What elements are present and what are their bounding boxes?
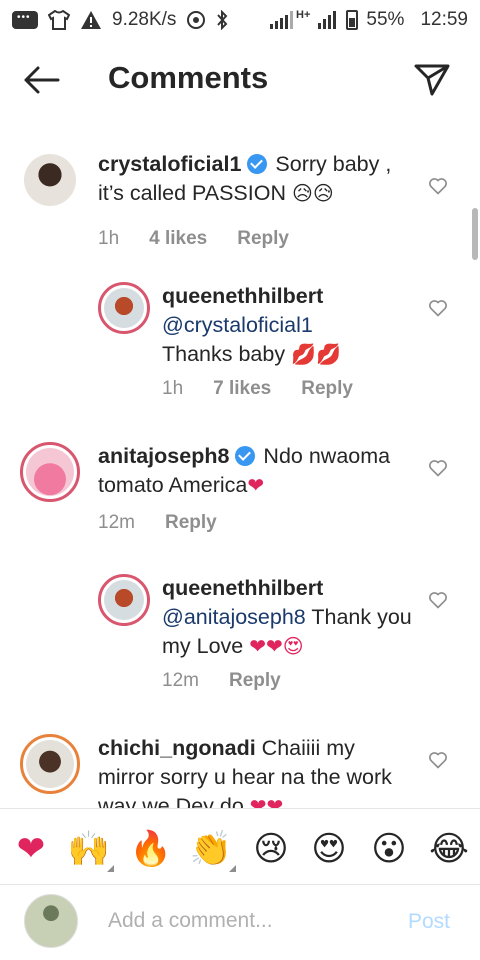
- comments-list[interactable]: crystaloficial1 Sorry baby , it’s called…: [0, 140, 480, 808]
- heart-outline-icon: [429, 460, 447, 477]
- reply-button[interactable]: Reply: [237, 228, 289, 250]
- emoji-raised-hands-button[interactable]: 🙌: [66, 826, 114, 872]
- back-arrow-icon: [24, 66, 60, 94]
- clock: 12:59: [420, 9, 468, 30]
- heart-outline-icon: [429, 300, 447, 317]
- verified-badge-icon: [235, 446, 256, 466]
- status-bar: 9.28K/s H+ 55% 12:59: [0, 0, 480, 40]
- like-button[interactable]: [428, 750, 450, 772]
- emoji-surprised-button[interactable]: 😮: [366, 826, 412, 872]
- comment-input[interactable]: [108, 906, 388, 936]
- like-button[interactable]: [428, 590, 450, 612]
- emoji-label: 🔥: [129, 830, 173, 868]
- verified-badge-icon: [247, 154, 268, 174]
- page-title: Comments: [108, 60, 269, 95]
- bluetooth-icon: [217, 10, 228, 30]
- heart-outline-icon: [429, 592, 447, 609]
- avatar[interactable]: [20, 734, 80, 794]
- avatar[interactable]: [20, 442, 80, 502]
- like-button[interactable]: [428, 298, 450, 320]
- emoji-quick-bar: ❤ 🙌 🔥 👏 😢 😍 😮 😂: [0, 820, 480, 880]
- heart-outline-icon: [429, 752, 447, 769]
- network-speed: 9.28K/s: [112, 9, 177, 30]
- comment-time: 1h: [98, 228, 120, 249]
- emoji-heart-button[interactable]: ❤: [8, 826, 54, 872]
- emoji-laughing-button[interactable]: 😂: [426, 826, 472, 872]
- emoji-fire-button[interactable]: 🔥: [128, 826, 174, 872]
- current-user-avatar: [24, 894, 78, 948]
- reply-button[interactable]: Reply: [165, 512, 217, 534]
- divider: [0, 884, 480, 885]
- comment-username[interactable]: crystaloficial1: [98, 152, 241, 176]
- comment-time: 12m: [162, 670, 199, 691]
- tshirt-icon: [48, 10, 70, 30]
- heart-outline-icon: [429, 178, 447, 195]
- avatar[interactable]: [98, 574, 150, 626]
- comment-time: 1h: [162, 378, 184, 399]
- comment-emojis: 💋💋: [291, 344, 341, 366]
- scrollbar-thumb[interactable]: [472, 208, 478, 260]
- comment-time: 12m: [98, 512, 135, 533]
- comment-username[interactable]: queenethhilbert: [162, 574, 414, 603]
- comment-username[interactable]: queenethhilbert: [162, 282, 414, 311]
- emoji-clap-button[interactable]: 👏: [188, 826, 236, 872]
- hotspot-icon: [187, 11, 206, 29]
- warning-icon: [81, 11, 101, 29]
- emoji-label: ❤: [16, 830, 46, 868]
- signal-icon-2: [318, 11, 337, 29]
- comments-header: Comments: [0, 44, 480, 116]
- comment-reply-item: queenethhilbert @crystaloficial1 Thanks …: [0, 282, 480, 412]
- avatar[interactable]: [24, 154, 76, 206]
- emoji-label: 👏: [189, 830, 233, 868]
- back-button[interactable]: [22, 62, 62, 98]
- comment-emojis: ❤❤😍: [249, 636, 304, 658]
- comment-emojis: ❤❤: [249, 796, 284, 808]
- avatar[interactable]: [98, 282, 150, 334]
- comment-mention[interactable]: @crystaloficial1: [162, 311, 414, 340]
- post-button[interactable]: Post: [408, 910, 450, 934]
- comment-username[interactable]: chichi_ngonadi: [98, 736, 256, 760]
- network-type: H+: [296, 9, 311, 21]
- message-icon: [12, 11, 38, 29]
- share-button[interactable]: [412, 60, 452, 100]
- comment-item: anitajoseph8 Ndo nwaoma tomato America❤ …: [0, 442, 480, 552]
- variant-indicator-icon: [107, 865, 114, 872]
- battery-icon: [346, 10, 359, 30]
- comment-text: Thanks baby: [162, 342, 286, 366]
- emoji-label: 😍: [311, 830, 347, 868]
- variant-indicator-icon: [229, 865, 236, 872]
- comment-emojis: ❤: [247, 475, 265, 497]
- like-button[interactable]: [428, 458, 450, 480]
- comment-emojis: 😥😥: [291, 183, 334, 205]
- emoji-label: 😢: [253, 830, 289, 868]
- like-button[interactable]: [428, 176, 450, 198]
- divider: [0, 808, 480, 809]
- comment-item: chichi_ngonadi Chaiiii my mirror sorry u…: [0, 734, 480, 808]
- reply-button[interactable]: Reply: [229, 670, 281, 692]
- comment-likes[interactable]: 4 likes: [149, 228, 207, 250]
- emoji-label: 🙌: [67, 830, 111, 868]
- signal-icon: [270, 11, 294, 29]
- emoji-crying-button[interactable]: 😢: [248, 826, 294, 872]
- emoji-label: 😮: [371, 830, 407, 868]
- comment-username[interactable]: anitajoseph8: [98, 444, 229, 468]
- direct-message-icon: [414, 64, 450, 96]
- battery-level: 55%: [366, 9, 405, 30]
- reply-button[interactable]: Reply: [301, 378, 353, 400]
- emoji-label: 😂: [429, 830, 469, 868]
- emoji-heart-eyes-button[interactable]: 😍: [306, 826, 352, 872]
- comment-composer: Post: [0, 890, 480, 960]
- comment-item: crystaloficial1 Sorry baby , it’s called…: [0, 150, 480, 270]
- comment-mention[interactable]: @anitajoseph8: [162, 605, 306, 629]
- comment-likes[interactable]: 7 likes: [213, 378, 271, 400]
- comment-reply-item: queenethhilbert @anitajoseph8 Thank you …: [0, 574, 480, 704]
